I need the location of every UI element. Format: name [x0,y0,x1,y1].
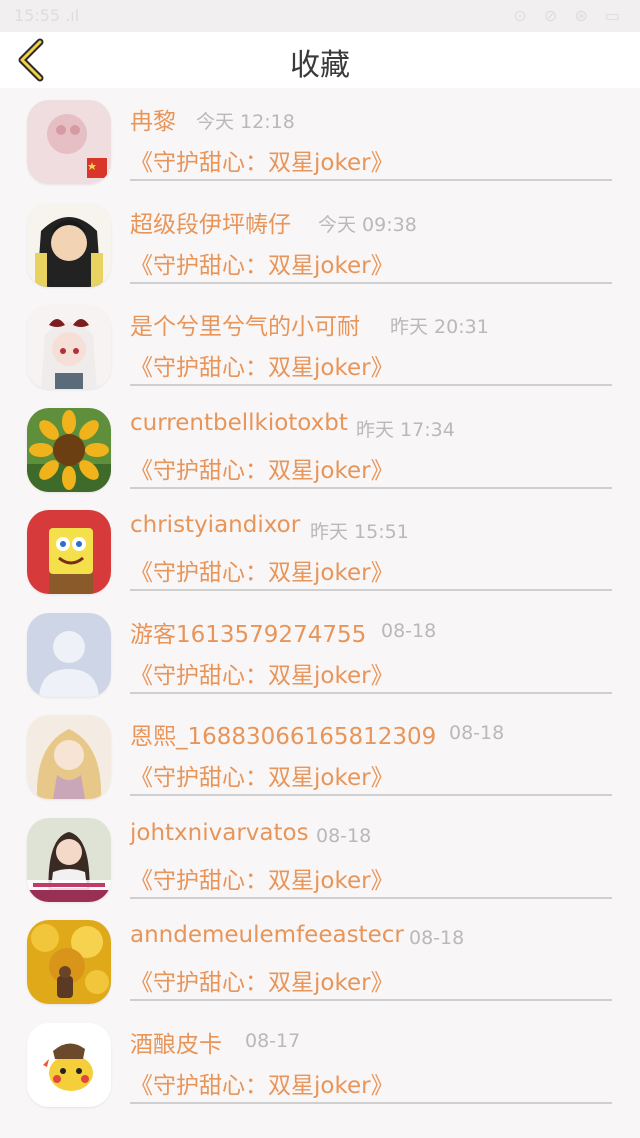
favorites-list: 冉黎 今天 12:18 《守护甜心：双星joker》 超级段伊坪帱仔 今天 09… [0,88,640,1113]
list-item[interactable]: christyiandixor 昨天 15:51 《守护甜心：双星joker》 [0,498,640,601]
time-label: 今天 09:38 [318,213,417,236]
divider [130,589,612,591]
user-name: currentbellkiotoxbt [130,409,348,436]
user-name: 酒酿皮卡 [130,1031,222,1058]
time-label: 昨天 20:31 [390,316,489,338]
list-item[interactable]: 是个兮里兮气的小可耐 昨天 20:31 《守护甜心：双星joker》 [0,293,640,396]
list-item[interactable]: 游客1613579274755 08-18 《守护甜心：双星joker》 [0,601,640,704]
avatar [27,1022,111,1107]
avatar-spongebob-icon [27,510,111,594]
book-title: 《守护甜心：双星joker》 [130,662,394,689]
list-item[interactable]: 恩熙_16883066165812309 08-18 《守护甜心：双星joker… [0,703,640,806]
avatar [27,407,111,492]
book-title: 《守护甜心：双星joker》 [130,560,394,586]
avatar-pikachu-icon [27,1022,111,1107]
time-label: 昨天 17:34 [356,418,455,441]
avatar [27,305,111,389]
book-title: 《守护甜心：双星joker》 [130,457,394,484]
avatar-pink-photo-icon [27,100,111,184]
user-name: christyiandixor [130,512,301,538]
divider [130,999,612,1001]
avatar [27,920,111,1004]
user-name: 游客1613579274755 [130,621,367,648]
avatar [27,510,111,594]
time-label: 昨天 15:51 [310,521,409,543]
book-title: 《守护甜心：双星joker》 [130,765,394,791]
user-name: anndemeulemfeeastecr [130,922,404,948]
user-name: 超级段伊坪帱仔 [130,211,291,238]
time-label: 08-18 [449,722,505,744]
divider [130,281,612,284]
list-item[interactable]: 酒酿皮卡 08-17 《守护甜心：双星joker》 [0,1011,640,1114]
book-title: 《守护甜心：双星joker》 [130,1072,394,1099]
user-name: 冉黎 [130,109,176,135]
book-title: 《守护甜心：双星joker》 [130,970,394,996]
divider [130,486,612,489]
time-label: 今天 12:18 [196,111,295,133]
list-item[interactable]: 超级段伊坪帱仔 今天 09:38 《守护甜心：双星joker》 [0,191,640,294]
status-time: 15:55 .ıl [14,6,80,25]
avatar-sunflower-icon [27,407,111,492]
divider [130,179,612,181]
list-item[interactable]: anndemeulemfeeastecr 08-18 《守护甜心：双星joker… [0,908,640,1011]
divider [130,384,612,386]
page-title: 收藏 [290,48,350,83]
avatar [27,817,111,902]
avatar-girl-photo-icon [27,817,111,902]
avatar-yellow-leaves-icon [27,920,111,1004]
book-title: 《守护甜心：双星joker》 [130,867,394,894]
book-title: 《守护甜心：双星joker》 [130,150,394,176]
divider [130,896,612,899]
status-icons: ⊙ ⊘ ⊛ ▭ [513,6,626,25]
user-name: johtxnivarvatos [130,819,309,846]
book-title: 《守护甜心：双星joker》 [130,252,394,279]
list-item[interactable]: johtxnivarvatos 08-18 《守护甜心：双星joker》 [0,806,640,909]
avatar [27,202,111,287]
avatar [27,612,111,697]
user-name: 是个兮里兮气的小可耐 [130,314,360,340]
avatar [27,715,111,799]
list-item[interactable]: 冉黎 今天 12:18 《守护甜心：双星joker》 [0,88,640,191]
avatar-illustrated-girl-icon [27,715,111,799]
book-title: 《守护甜心：双星joker》 [130,355,394,381]
avatar-default-user-icon [27,612,111,697]
avatar-anime-boy-icon [27,202,111,287]
header-bar: 收藏 [0,32,640,88]
time-label: 08-18 [409,927,465,949]
divider [130,691,612,694]
avatar-anime-girl-icon [27,305,111,389]
list-item[interactable]: currentbellkiotoxbt 昨天 17:34 《守护甜心：双星jok… [0,396,640,499]
avatar [27,100,111,184]
time-label: 08-18 [381,619,437,642]
status-bar: 15:55 .ıl ⊙ ⊘ ⊛ ▭ [0,0,640,32]
user-name: 恩熙_16883066165812309 [130,724,437,750]
divider [130,1101,612,1104]
time-label: 08-18 [316,824,372,847]
divider [130,794,612,796]
time-label: 08-17 [245,1029,301,1052]
